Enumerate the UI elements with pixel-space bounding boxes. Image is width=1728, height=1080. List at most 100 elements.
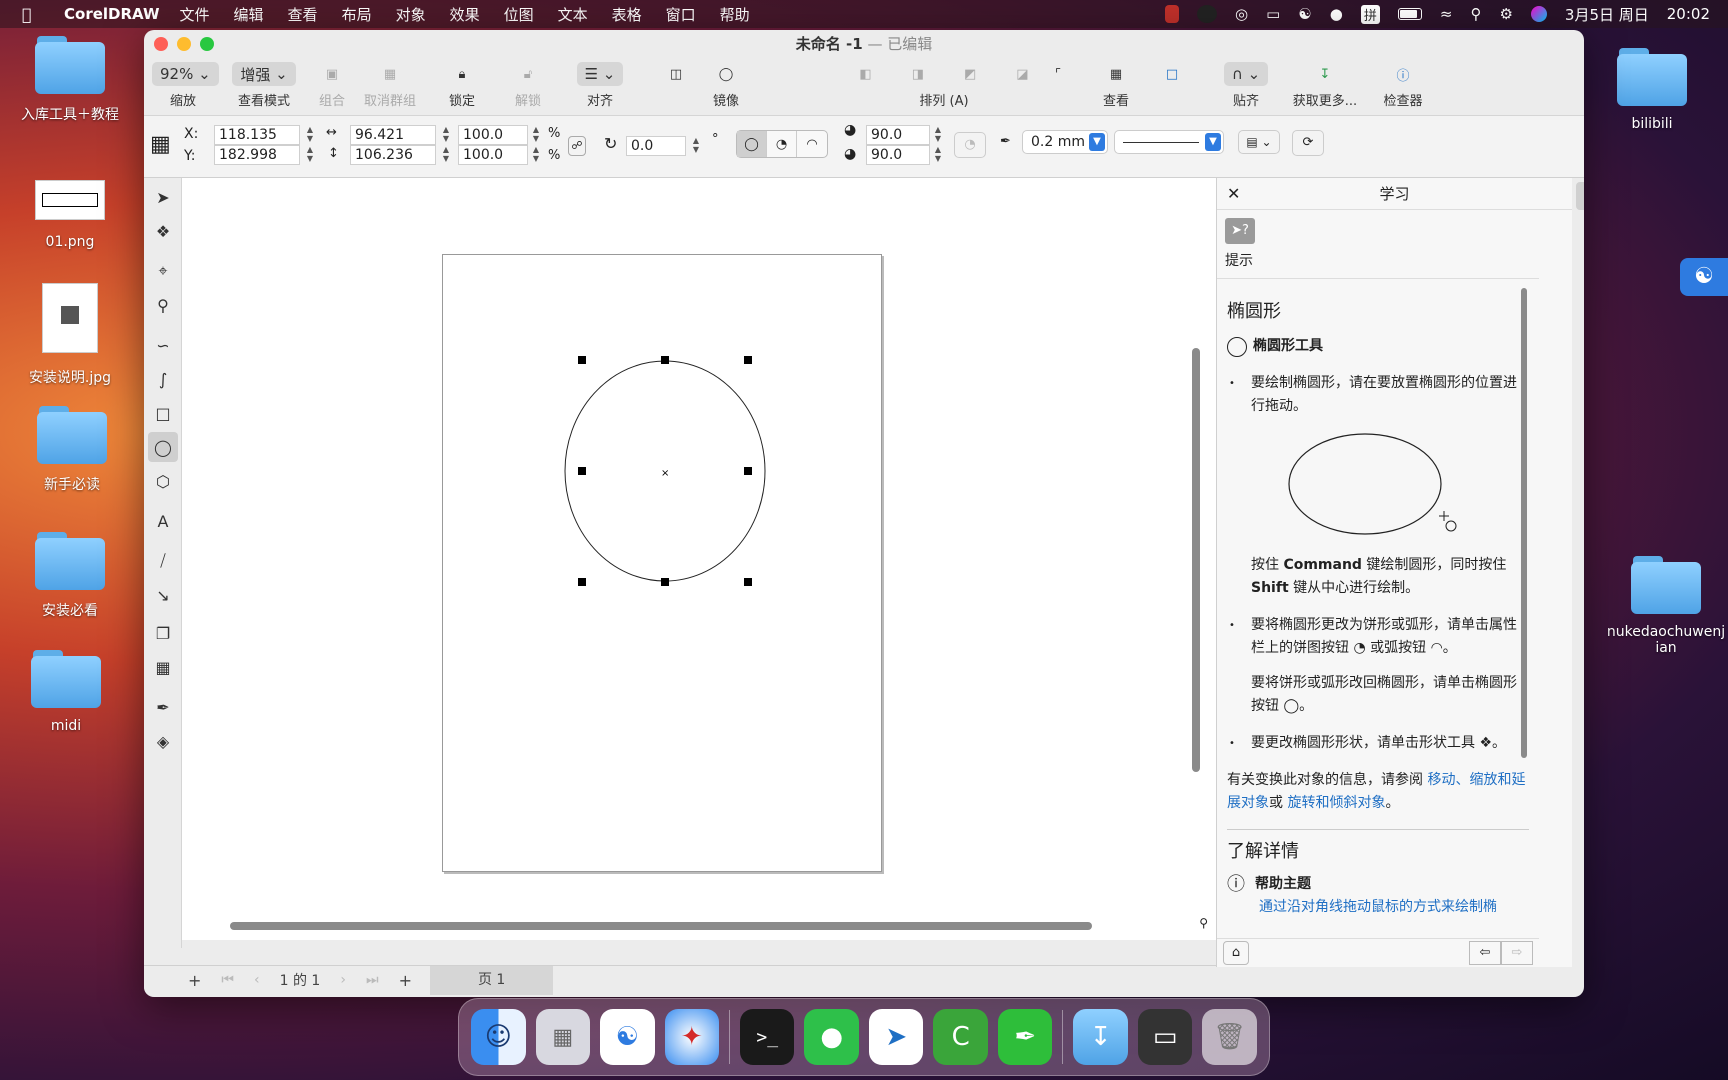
- first-page-icon[interactable]: ⏮: [221, 972, 234, 988]
- control-center-icon[interactable]: ⚙: [1499, 5, 1512, 23]
- ellipse-button[interactable]: ◯: [737, 131, 767, 157]
- horizontal-scrollbar[interactable]: [230, 922, 1092, 930]
- desktop-file[interactable]: 安装说明.jpg: [10, 283, 130, 387]
- layers-tab-icon[interactable]: ◈: [1576, 246, 1584, 274]
- downloads-folder-icon[interactable]: ↧: [1073, 1009, 1128, 1065]
- app-menu[interactable]: CorelDRAW: [64, 5, 160, 23]
- forward-one-icon[interactable]: ◩: [964, 67, 976, 82]
- text-tool-icon[interactable]: A: [148, 506, 178, 536]
- end-angle-stepper[interactable]: ▲ ▼: [932, 145, 944, 165]
- menu-effects[interactable]: 效果: [450, 4, 480, 25]
- view-mode-control[interactable]: 增强 ⌄ 查看模式: [226, 62, 302, 109]
- menu-bitmap[interactable]: 位图: [504, 4, 534, 25]
- next-page-icon[interactable]: ›: [340, 972, 346, 988]
- rulers-button[interactable]: ⌜: [1040, 62, 1076, 86]
- learn-tab-icon[interactable]: 🎓︎: [1576, 182, 1584, 210]
- launchpad-icon[interactable]: ▦: [535, 1009, 590, 1065]
- menubar-time[interactable]: 20:02: [1667, 5, 1710, 23]
- inspector-button[interactable]: ⓘ 检查器: [1378, 62, 1428, 110]
- menu-table[interactable]: 表格: [612, 4, 642, 25]
- desktop-folder[interactable]: 安装必看: [10, 532, 130, 620]
- back-one-icon[interactable]: ◪: [1016, 67, 1028, 82]
- home-icon[interactable]: ⌂: [1223, 941, 1249, 965]
- spotlight-icon[interactable]: ⚲: [1470, 5, 1481, 23]
- drawing-canvas[interactable]: × ⚲: [182, 178, 1216, 940]
- menu-file[interactable]: 文件: [180, 4, 210, 25]
- panel-scrollbar[interactable]: [1521, 288, 1527, 758]
- trash-icon[interactable]: 🗑︎: [1202, 1009, 1257, 1065]
- previous-page-icon[interactable]: ‹: [254, 972, 260, 988]
- zoom-fit-icon[interactable]: ⚲: [1199, 916, 1208, 930]
- outline-width-dropdown[interactable]: 0.2 mm ▼: [1022, 130, 1108, 154]
- freehand-tool-icon[interactable]: ∽: [148, 330, 178, 360]
- lock-button[interactable]: 🔒︎ 锁定: [442, 62, 482, 110]
- menubar-date[interactable]: 3月5日 周日: [1565, 4, 1649, 25]
- safari-icon[interactable]: ✦: [664, 1009, 719, 1065]
- ellipse-tool-icon[interactable]: ◯: [148, 432, 178, 462]
- scale-height-stepper[interactable]: ▲ ▼: [530, 145, 542, 165]
- desktop-folder[interactable]: midi: [6, 650, 126, 734]
- desktop-file[interactable]: 01.png: [10, 180, 130, 250]
- forward-icon[interactable]: ⇨: [1501, 941, 1533, 965]
- zoom-control[interactable]: 92% ⌄ 缩放: [152, 62, 219, 109]
- rotation-field[interactable]: 0.0: [626, 136, 686, 156]
- guidelines-button[interactable]: □: [1152, 62, 1192, 86]
- input-method-icon[interactable]: 拼: [1360, 4, 1380, 24]
- menu-window[interactable]: 窗口: [666, 4, 696, 25]
- menu-text[interactable]: 文本: [558, 4, 588, 25]
- coreldraw-icon[interactable]: C: [933, 1009, 988, 1065]
- close-icon[interactable]: ✕: [1227, 178, 1240, 210]
- transparency-tool-icon[interactable]: ▦: [148, 652, 178, 682]
- scale-width-stepper[interactable]: ▲ ▼: [530, 125, 542, 145]
- y-position-field[interactable]: 182.998: [214, 145, 300, 165]
- grid-button[interactable]: ▦ 查看: [1096, 62, 1136, 110]
- reference-point-icon[interactable]: ▦: [150, 132, 171, 157]
- get-more-button[interactable]: ↧ 获取更多...: [1280, 62, 1370, 110]
- polygon-tool-icon[interactable]: ⬡: [148, 466, 178, 496]
- menu-object[interactable]: 对象: [396, 4, 426, 25]
- artistic-media-tool-icon[interactable]: ∫: [148, 364, 178, 394]
- x-stepper[interactable]: ▲ ▼: [304, 125, 316, 145]
- menu-help[interactable]: 帮助: [720, 4, 750, 25]
- help-link-rotate-skew[interactable]: 旋转和倾斜对象: [1287, 795, 1385, 811]
- convert-to-curves-icon[interactable]: ⟳: [1292, 130, 1324, 156]
- lock-ratio-icon[interactable]: ☍: [568, 136, 586, 156]
- width-field[interactable]: 96.421: [350, 125, 436, 145]
- shape-tool-icon[interactable]: ❖: [148, 216, 178, 246]
- siri-icon[interactable]: [1530, 6, 1547, 22]
- height-field[interactable]: 106.236: [350, 145, 436, 165]
- screen-icon[interactable]: ▭: [1266, 5, 1280, 23]
- desktop-folder[interactable]: bilibili: [1592, 48, 1712, 132]
- mirror-vertical-button[interactable]: ◯ 镜像: [696, 62, 756, 110]
- desktop-folder[interactable]: nukedaochuwenjian: [1606, 556, 1726, 656]
- arc-button[interactable]: ◠: [797, 131, 827, 157]
- ungroup-button[interactable]: ▦ 取消群组: [360, 62, 420, 110]
- dingtalk-icon[interactable]: ➤: [868, 1009, 924, 1065]
- snap-button[interactable]: ∩ ⌄ 贴齐: [1220, 62, 1272, 109]
- wechat-tray-icon[interactable]: ●: [1330, 5, 1343, 23]
- cc-icon[interactable]: ◎: [1235, 5, 1248, 23]
- help-topic-link[interactable]: 通过沿对角线拖动鼠标的方式来绘制椭: [1227, 896, 1529, 919]
- end-angle-field[interactable]: 90.0: [866, 145, 930, 165]
- line-style-dropdown[interactable]: ▼: [1114, 130, 1224, 154]
- y-stepper[interactable]: ▲ ▼: [304, 145, 316, 165]
- menu-layout[interactable]: 布局: [342, 4, 372, 25]
- last-page-icon[interactable]: ⏭: [366, 972, 379, 988]
- draw-app-icon[interactable]: ✒: [997, 1009, 1053, 1065]
- wechat-icon[interactable]: ●: [804, 1009, 859, 1065]
- align-button[interactable]: ☰ ⌄ 对齐: [574, 62, 626, 109]
- rectangle-tool-icon[interactable]: □: [148, 398, 178, 428]
- add-page-after-button[interactable]: +: [399, 971, 412, 990]
- scale-width-field[interactable]: 100.0: [458, 125, 528, 145]
- record-icon[interactable]: [1165, 5, 1180, 23]
- document-page[interactable]: ×: [442, 254, 882, 872]
- line-tool-icon[interactable]: ⧸: [148, 546, 178, 576]
- direction-icon[interactable]: ◔: [954, 132, 986, 158]
- to-front-icon[interactable]: ◧: [859, 67, 871, 82]
- rotation-stepper[interactable]: ▲ ▼: [690, 136, 702, 156]
- baidu-netdisk-icon[interactable]: ☯: [600, 1009, 655, 1065]
- unlock-button[interactable]: 🔓︎ 解锁: [508, 62, 548, 110]
- desktop-folder[interactable]: 新手必读: [12, 406, 132, 494]
- start-angle-stepper[interactable]: ▲ ▼: [932, 125, 944, 145]
- page-tab[interactable]: 页 1: [429, 965, 554, 995]
